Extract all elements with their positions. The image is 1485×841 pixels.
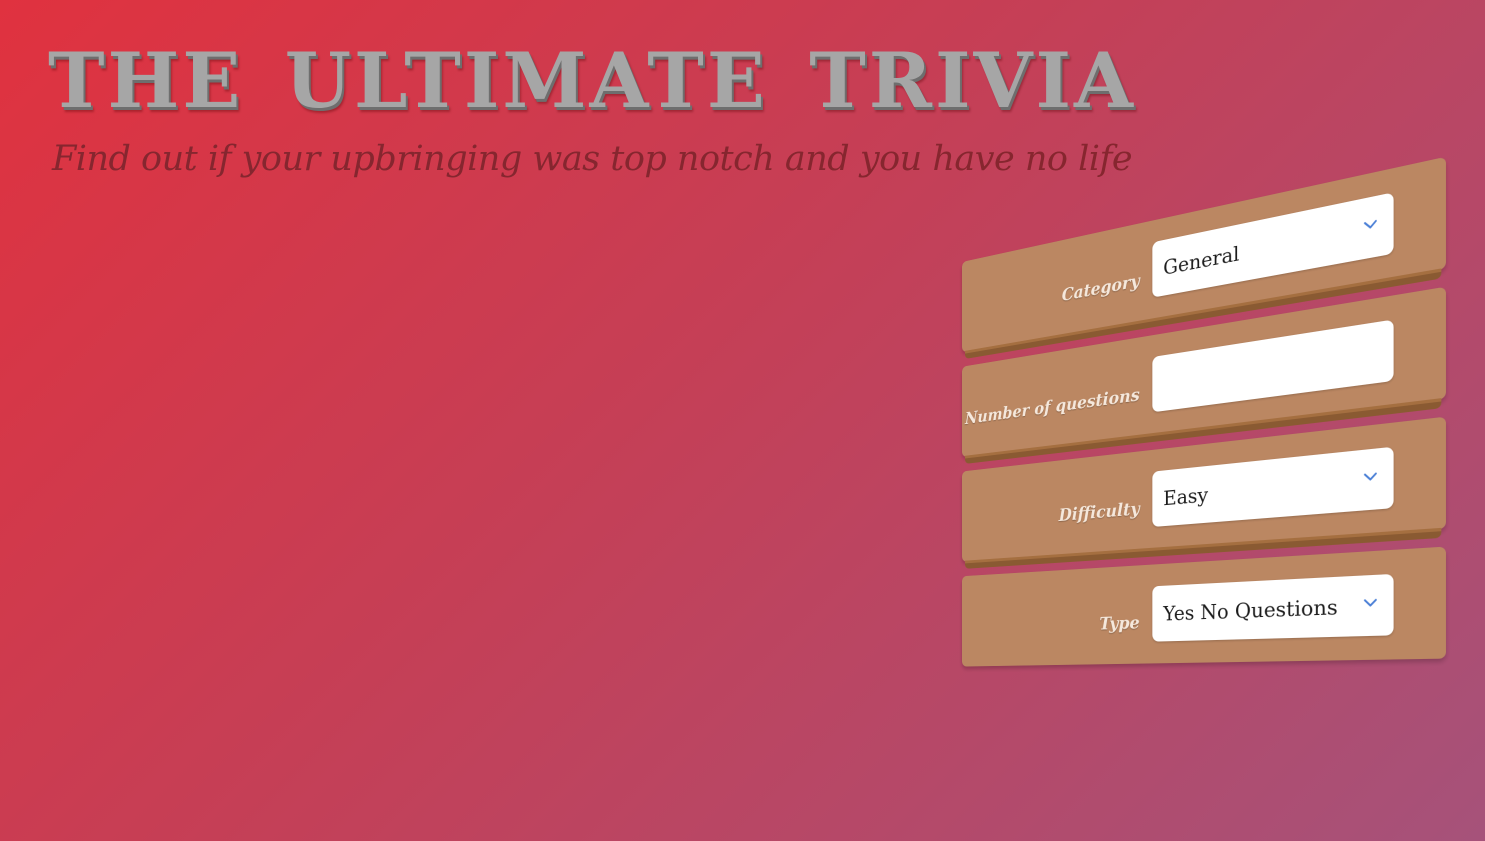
- difficulty-select[interactable]: Easy: [1152, 446, 1394, 528]
- chevron-down-icon: [1363, 468, 1378, 485]
- signboard-planks: Category General Number of questions Dif…: [961, 156, 1446, 681]
- type-select[interactable]: Yes No Questions: [1152, 573, 1394, 642]
- category-select[interactable]: General: [1152, 192, 1394, 298]
- difficulty-label: Difficulty: [1058, 498, 1140, 526]
- number-of-questions-input[interactable]: [1163, 337, 1381, 397]
- number-of-questions-field-wrapper: [1152, 319, 1394, 413]
- plank-type: Type Yes No Questions: [961, 546, 1446, 667]
- number-of-questions-label: Number of questions: [964, 384, 1140, 429]
- chevron-down-icon: [1363, 215, 1378, 233]
- difficulty-selected-value: Easy: [1163, 482, 1209, 511]
- category-label: Category: [1061, 270, 1140, 306]
- type-selected-value: Yes No Questions: [1163, 593, 1338, 626]
- page-subtitle: Find out if your upbringing was top notc…: [52, 139, 1133, 179]
- page-title: THE ULTIMATE TRIVIA: [48, 36, 1136, 125]
- type-label: Type: [1099, 612, 1140, 635]
- category-selected-value: General: [1163, 240, 1240, 280]
- chevron-down-icon: [1363, 594, 1378, 610]
